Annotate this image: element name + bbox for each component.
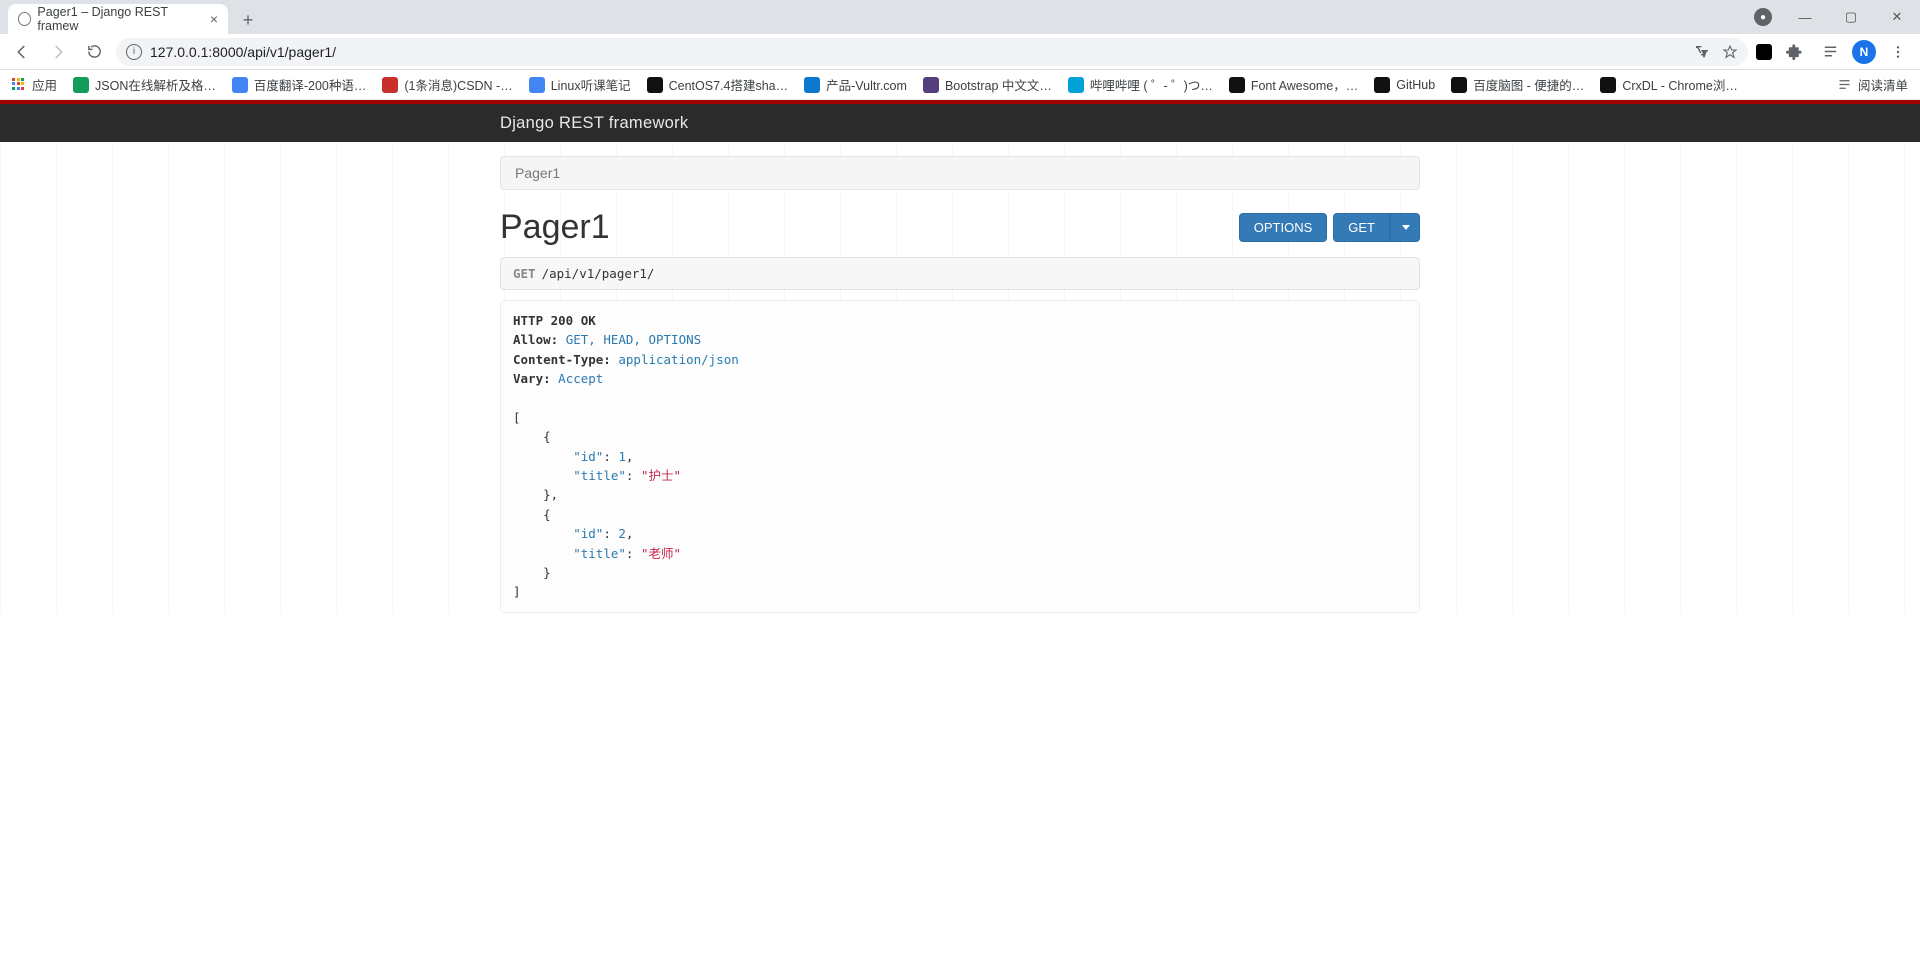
bookmark-label: 百度脑图 - 便捷的… bbox=[1473, 75, 1584, 94]
nav-reload-button[interactable] bbox=[80, 38, 108, 66]
reading-list-button[interactable]: 阅读清单 bbox=[1837, 75, 1908, 94]
bookmark-label: 哔哩哔哩 ( ゜- ゜)つ… bbox=[1090, 75, 1213, 94]
bookmark-item[interactable]: GitHub bbox=[1374, 75, 1435, 94]
bookmark-item[interactable]: (1条消息)CSDN -… bbox=[382, 75, 512, 94]
bookmark-item[interactable]: CentOS7.4搭建sha… bbox=[647, 75, 789, 94]
bookmarks-apps[interactable]: 应用 bbox=[12, 75, 57, 94]
bookmark-label: 百度翻译-200种语… bbox=[254, 75, 367, 94]
window-close-button[interactable]: ✕ bbox=[1874, 2, 1920, 32]
tab-close-icon[interactable]: × bbox=[210, 11, 218, 27]
bookmark-item[interactable]: 哔哩哔哩 ( ゜- ゜)つ… bbox=[1068, 75, 1213, 94]
get-button-group: GET bbox=[1333, 213, 1420, 242]
tab-favicon bbox=[18, 12, 31, 26]
bookmark-item[interactable]: 百度脑图 - 便捷的… bbox=[1451, 75, 1584, 94]
bookmark-favicon bbox=[1451, 77, 1467, 93]
bookmark-label: CentOS7.4搭建sha… bbox=[669, 75, 789, 94]
apps-grid-icon bbox=[12, 78, 26, 92]
bookmark-label: CrxDL - Chrome浏… bbox=[1622, 75, 1738, 94]
bookmark-favicon bbox=[73, 77, 89, 93]
reading-list-label: 阅读清单 bbox=[1858, 75, 1908, 94]
breadcrumb-item[interactable]: Pager1 bbox=[515, 165, 560, 181]
bookmark-favicon bbox=[382, 77, 398, 93]
bookmark-item[interactable]: 百度翻译-200种语… bbox=[232, 75, 367, 94]
breadcrumb: Pager1 bbox=[500, 156, 1420, 190]
bookmark-star-icon[interactable] bbox=[1722, 44, 1738, 60]
bookmark-label: JSON在线解析及格… bbox=[95, 75, 216, 94]
bookmark-favicon bbox=[1374, 77, 1390, 93]
bookmark-item[interactable]: 产品-Vultr.com bbox=[804, 75, 907, 94]
options-button[interactable]: OPTIONS bbox=[1239, 213, 1328, 242]
nav-back-button[interactable] bbox=[8, 38, 36, 66]
browser-tabstrip: Pager1 – Django REST framew × + ● — ▢ ✕ bbox=[0, 0, 1920, 34]
get-dropdown-toggle[interactable] bbox=[1390, 213, 1420, 242]
translate-icon[interactable] bbox=[1694, 44, 1710, 60]
bookmark-favicon bbox=[1600, 77, 1616, 93]
address-url: 127.0.0.1:8000/api/v1/pager1/ bbox=[150, 44, 336, 60]
browser-toolbar: i 127.0.0.1:8000/api/v1/pager1/ N bbox=[0, 34, 1920, 70]
reading-list-icon bbox=[1837, 77, 1852, 92]
drf-brand-link[interactable]: Django REST framework bbox=[500, 114, 688, 132]
bookmark-favicon bbox=[647, 77, 663, 93]
bookmarks-bar: 应用 JSON在线解析及格… 百度翻译-200种语… (1条消息)CSDN -… Li… bbox=[0, 70, 1920, 100]
extensions-puzzle-icon[interactable] bbox=[1780, 38, 1808, 66]
bookmark-favicon bbox=[1068, 77, 1084, 93]
request-path: /api/v1/pager1/ bbox=[542, 266, 655, 281]
account-chip-icon[interactable]: ● bbox=[1754, 8, 1772, 26]
window-controls: ● — ▢ ✕ bbox=[1754, 0, 1920, 34]
window-maximize-button[interactable]: ▢ bbox=[1828, 2, 1874, 32]
nav-forward-button[interactable] bbox=[44, 38, 72, 66]
request-method: GET bbox=[513, 266, 536, 281]
bookmark-label: Font Awesome，… bbox=[1251, 75, 1358, 94]
bookmark-item[interactable]: CrxDL - Chrome浏… bbox=[1600, 75, 1738, 94]
new-tab-button[interactable]: + bbox=[234, 6, 262, 34]
drf-navbar: Django REST framework bbox=[0, 104, 1920, 142]
bookmark-label: Bootstrap 中文文… bbox=[945, 75, 1052, 94]
apps-label: 应用 bbox=[32, 75, 57, 94]
bookmark-label: GitHub bbox=[1396, 78, 1435, 92]
response-box: HTTP 200 OK Allow: GET, HEAD, OPTIONS Co… bbox=[500, 300, 1420, 613]
bookmark-item[interactable]: JSON在线解析及格… bbox=[73, 75, 216, 94]
bookmark-item[interactable]: Font Awesome，… bbox=[1229, 75, 1358, 94]
bookmark-favicon bbox=[232, 77, 248, 93]
bookmark-favicon bbox=[923, 77, 939, 93]
bookmark-item[interactable]: Linux听课笔记 bbox=[529, 75, 631, 94]
request-box: GET/api/v1/pager1/ bbox=[500, 257, 1420, 290]
get-button[interactable]: GET bbox=[1333, 213, 1390, 242]
window-minimize-button[interactable]: — bbox=[1782, 2, 1828, 32]
reading-list-toolbar-icon[interactable] bbox=[1816, 38, 1844, 66]
bookmark-label: (1条消息)CSDN -… bbox=[404, 75, 512, 94]
address-bar[interactable]: i 127.0.0.1:8000/api/v1/pager1/ bbox=[116, 38, 1748, 66]
site-info-icon[interactable]: i bbox=[126, 44, 142, 60]
response-pre: HTTP 200 OK Allow: GET, HEAD, OPTIONS Co… bbox=[513, 311, 1407, 602]
profile-avatar[interactable]: N bbox=[1852, 40, 1876, 64]
caret-down-icon bbox=[1402, 225, 1410, 230]
bookmark-item[interactable]: Bootstrap 中文文… bbox=[923, 75, 1052, 94]
extension-icon[interactable] bbox=[1756, 44, 1772, 60]
page-title: Pager1 bbox=[500, 208, 610, 247]
bookmark-label: 产品-Vultr.com bbox=[826, 75, 907, 94]
tab-title: Pager1 – Django REST framew bbox=[37, 5, 203, 33]
bookmark-favicon bbox=[529, 77, 545, 93]
bookmark-favicon bbox=[1229, 77, 1245, 93]
browser-tab-active[interactable]: Pager1 – Django REST framew × bbox=[8, 4, 228, 34]
browser-menu-button[interactable] bbox=[1884, 38, 1912, 66]
bookmark-label: Linux听课笔记 bbox=[551, 75, 631, 94]
bookmark-favicon bbox=[804, 77, 820, 93]
